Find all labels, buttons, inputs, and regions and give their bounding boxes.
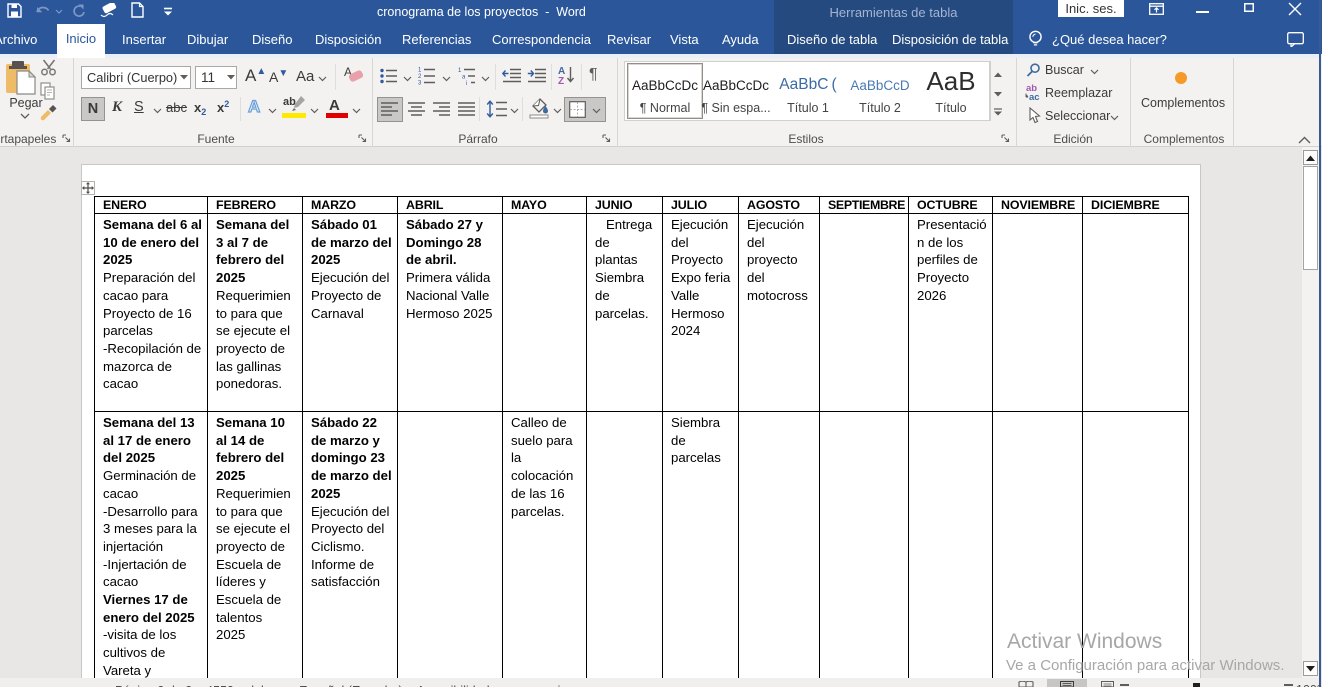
svg-text:a: a (462, 75, 466, 81)
svg-text:2: 2 (418, 74, 422, 80)
svg-text:3: 3 (418, 81, 422, 86)
svg-text:ac: ac (1029, 92, 1040, 101)
svg-text:Z: Z (558, 76, 564, 85)
svg-text:1: 1 (418, 68, 422, 74)
svg-text:i: i (466, 81, 467, 85)
svg-text:1: 1 (458, 68, 462, 74)
